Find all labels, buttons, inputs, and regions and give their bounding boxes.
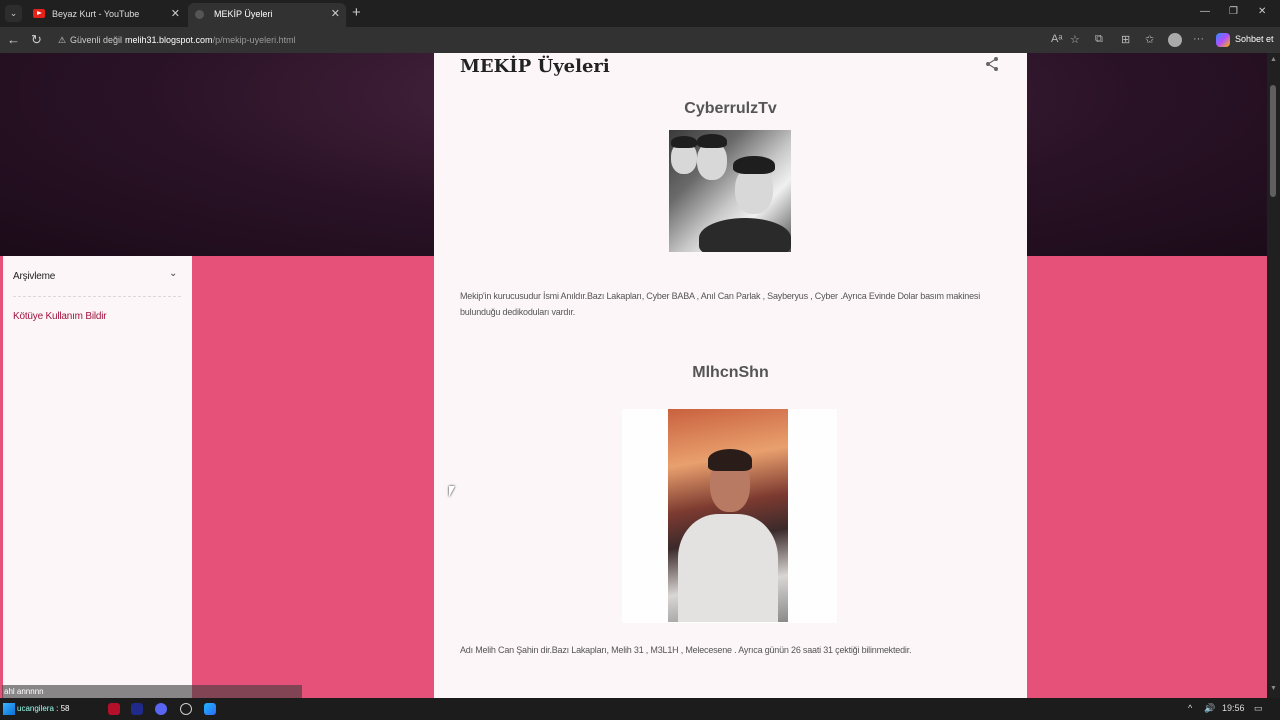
profile-avatar-icon[interactable] bbox=[1168, 33, 1182, 47]
extensions-icon[interactable]: ⧉ bbox=[1095, 33, 1103, 46]
more-menu-icon[interactable]: ··· bbox=[1193, 33, 1204, 45]
divider bbox=[13, 296, 181, 297]
favorite-star-icon[interactable]: ☆ bbox=[1070, 33, 1080, 46]
url-host: melih31.blogspot.com bbox=[125, 35, 213, 45]
overlay-caption: ahl annnnn bbox=[2, 685, 302, 698]
discord-icon[interactable] bbox=[155, 703, 167, 715]
close-window-button[interactable]: ✕ bbox=[1258, 6, 1266, 17]
youtube-icon bbox=[33, 9, 45, 18]
blogger-icon bbox=[195, 10, 204, 19]
mouse-cursor-icon bbox=[449, 486, 455, 497]
member-name: CyberrulzTv bbox=[684, 100, 777, 117]
tab-mekip[interactable]: MEKİP Üyeleri ✕ bbox=[188, 3, 346, 27]
taskbar-search-text: ucangilera bbox=[17, 704, 54, 713]
photo-hair bbox=[671, 136, 697, 148]
tab-label: MEKİP Üyeleri bbox=[214, 9, 273, 19]
chat-button[interactable]: Sohbet et bbox=[1235, 34, 1274, 44]
tray-chevron-icon[interactable]: ^ bbox=[1188, 703, 1192, 713]
page-viewport: Arşivleme ⌄ Kötüye Kullanım Bildir MEKİP… bbox=[0, 53, 1280, 698]
scroll-up-icon[interactable]: ▲ bbox=[1270, 56, 1277, 63]
photo-hair bbox=[697, 134, 727, 148]
security-label[interactable]: Güvenli değil bbox=[70, 30, 122, 50]
member-photo[interactable] bbox=[669, 130, 791, 252]
edge-icon[interactable] bbox=[204, 703, 216, 715]
warning-icon: ⚠ bbox=[58, 35, 67, 45]
url-field[interactable]: ⚠ Güvenli değil melih31.blogspot.com/p/m… bbox=[52, 30, 1092, 50]
minimize-button[interactable]: — bbox=[1200, 6, 1210, 17]
chevron-down-icon[interactable]: ⌄ bbox=[169, 268, 177, 279]
share-icon[interactable] bbox=[984, 56, 1000, 72]
tab-actions-menu-icon[interactable]: ⌄ bbox=[5, 5, 22, 22]
copilot-icon[interactable] bbox=[1216, 33, 1230, 47]
member-description: Mekip'in kurucusudur İsmi Anıldır.Bazı L… bbox=[460, 291, 980, 317]
tab-youtube[interactable]: Beyaz Kurt - YouTube ✕ bbox=[26, 3, 186, 27]
photo-hair bbox=[708, 449, 752, 471]
refresh-button[interactable]: ↻ bbox=[31, 32, 42, 48]
taskbar-search-suffix: : 58 bbox=[56, 704, 70, 713]
app-icon[interactable] bbox=[108, 703, 120, 715]
page-title: MEKİP Üyeleri bbox=[460, 56, 610, 77]
archive-widget-title[interactable]: Arşivleme bbox=[13, 271, 55, 282]
favorites-icon[interactable]: ✩ bbox=[1145, 33, 1154, 46]
collections-icon[interactable]: ⊞ bbox=[1121, 33, 1130, 46]
close-tab-icon[interactable]: ✕ bbox=[331, 3, 340, 25]
notifications-icon[interactable]: ▭ bbox=[1254, 703, 1263, 714]
scroll-down-icon[interactable]: ▼ bbox=[1270, 685, 1277, 692]
close-tab-icon[interactable]: ✕ bbox=[171, 3, 180, 25]
tab-bar: ⌄ Beyaz Kurt - YouTube ✕ MEKİP Üyeleri ✕… bbox=[0, 0, 1280, 27]
photo-shirt bbox=[699, 218, 791, 252]
read-aloud-icon[interactable]: Aᵃ bbox=[1051, 33, 1062, 45]
tab-label: Beyaz Kurt - YouTube bbox=[52, 9, 140, 19]
post-card: MEKİP Üyeleri CyberrulzTv Mekip'in kuruc… bbox=[434, 53, 1027, 698]
app-icon[interactable] bbox=[131, 703, 143, 715]
address-bar: ← ↻ ⚠ Güvenli değil melih31.blogspot.com… bbox=[0, 27, 1280, 53]
scroll-thumb[interactable] bbox=[1270, 85, 1276, 197]
scrollbar[interactable]: ▲ ▼ bbox=[1267, 53, 1280, 698]
new-tab-button[interactable]: + bbox=[352, 4, 361, 21]
report-abuse-link[interactable]: Kötüye Kullanım Bildir bbox=[13, 311, 107, 322]
member-description: Adı Melih Can Şahin dir.Bazı Lakapları, … bbox=[460, 645, 912, 655]
clock[interactable]: 19:56 bbox=[1222, 703, 1245, 713]
back-button[interactable]: ← bbox=[7, 32, 20, 47]
url-path: /p/mekip-uyeleri.html bbox=[212, 35, 296, 45]
volume-icon[interactable]: 🔊 bbox=[1204, 703, 1215, 714]
sidebar: Arşivleme ⌄ Kötüye Kullanım Bildir bbox=[3, 256, 192, 698]
taskbar-search[interactable]: ucangilera : 58 bbox=[15, 700, 100, 718]
windows-start-icon[interactable] bbox=[3, 703, 15, 715]
photo-shirt bbox=[678, 514, 778, 622]
member-photo[interactable] bbox=[668, 409, 788, 622]
app-icon[interactable] bbox=[180, 703, 192, 715]
photo-hair bbox=[733, 156, 775, 174]
member-name: MlhcnShn bbox=[692, 364, 769, 381]
overlay-text: ahl annnnn bbox=[4, 687, 44, 696]
taskbar: ucangilera : 58 ^ 🔊 19:56 ▭ bbox=[0, 698, 1280, 720]
maximize-button[interactable]: ❐ bbox=[1229, 6, 1238, 17]
